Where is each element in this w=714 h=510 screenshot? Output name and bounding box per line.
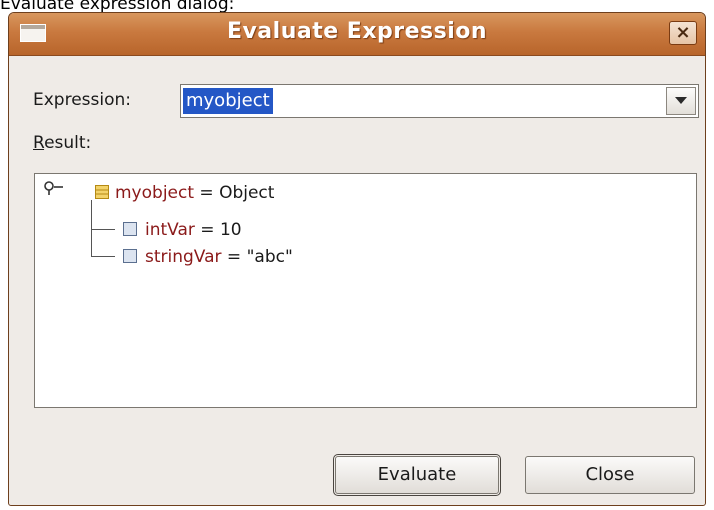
tree-row-root[interactable]: myobject = Object: [95, 180, 274, 206]
expression-combobox[interactable]: myobject: [180, 84, 699, 118]
result-label: Result:: [33, 133, 92, 153]
chevron-down-icon: [675, 97, 687, 104]
object-icon: [95, 185, 109, 199]
tree-connector: [91, 229, 115, 230]
expression-label: Expression:: [33, 90, 132, 110]
root-var-name: myobject: [115, 183, 195, 203]
evaluate-button[interactable]: Evaluate: [333, 454, 501, 496]
title-bar[interactable]: Evaluate Expression ×: [9, 13, 705, 56]
primitive-field-icon: [123, 222, 137, 236]
tree-row-child[interactable]: stringVar = "abc": [123, 244, 293, 270]
close-icon[interactable]: ×: [669, 21, 697, 45]
expression-input[interactable]: myobject: [183, 88, 273, 114]
tree-row-child[interactable]: intVar = 10: [123, 217, 242, 243]
evaluate-expression-dialog: Evaluate Expression × Expression: myobje…: [8, 12, 706, 506]
child-var-value: = 10: [194, 220, 242, 240]
child-var-name: intVar: [145, 220, 195, 240]
result-tree[interactable]: myobject = Object intVar = 10 stringVar …: [34, 173, 697, 408]
dropdown-button[interactable]: [666, 87, 696, 115]
child-var-value: = "abc": [221, 247, 293, 267]
root-var-value: = Object: [194, 183, 275, 203]
close-button[interactable]: Close: [525, 456, 695, 494]
tree-connector: [91, 200, 92, 256]
dialog-title: Evaluate Expression: [226, 19, 488, 44]
watch-handle-icon[interactable]: [43, 180, 65, 196]
child-var-name: stringVar: [145, 247, 222, 267]
tree-connector: [91, 256, 115, 257]
primitive-field-icon: [123, 249, 137, 263]
